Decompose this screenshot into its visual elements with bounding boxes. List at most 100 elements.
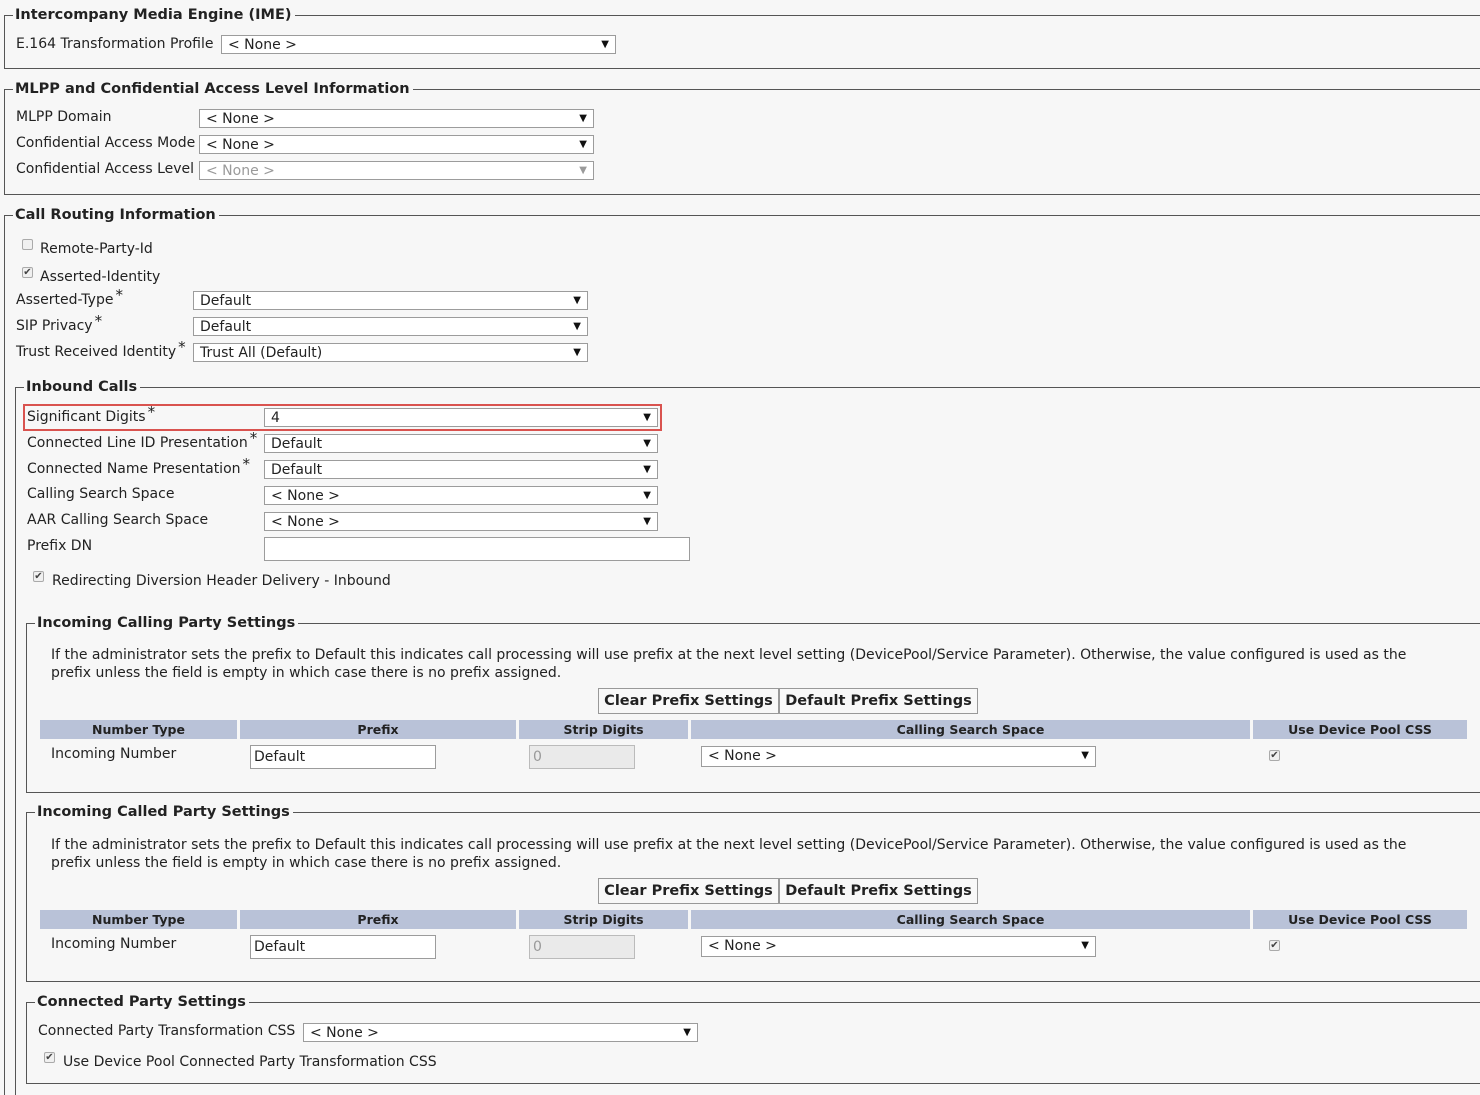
triangle-down-icon: ▼	[643, 412, 651, 423]
called-party-description: If the administrator sets the prefix to …	[51, 837, 1407, 871]
aar-css-value: < None >	[271, 514, 340, 530]
confidential-access-mode-select[interactable]: < None > ▼	[199, 135, 594, 154]
header-number-type: Number Type	[40, 910, 237, 929]
checkmark-icon: ✔	[45, 1052, 54, 1063]
trust-received-identity-select[interactable]: Trust All (Default) ▼	[193, 343, 588, 362]
triangle-down-icon: ▼	[683, 1027, 691, 1038]
connected-name-value: Default	[271, 462, 323, 478]
connected-party-title: Connected Party Settings	[35, 993, 249, 1011]
header-strip-digits: Strip Digits	[519, 720, 688, 739]
calling-strip-digits-input: 0	[529, 745, 635, 769]
mlpp-domain-select[interactable]: < None > ▼	[199, 109, 594, 128]
header-calling-search-space: Calling Search Space	[691, 910, 1250, 929]
triangle-down-icon: ▼	[643, 438, 651, 449]
asserted-type-label: Asserted-Type *	[16, 286, 123, 308]
e164-label: E.164 Transformation Profile	[16, 36, 214, 52]
connected-party-fieldset: Connected Party Settings	[26, 993, 1480, 1084]
triangle-down-icon: ▼	[579, 113, 587, 124]
called-prefix-input[interactable]: Default	[250, 935, 436, 959]
clear-prefix-button[interactable]: Clear Prefix Settings	[598, 688, 779, 714]
significant-digits-select[interactable]: 4 ▼	[264, 408, 658, 427]
calling-party-title: Incoming Calling Party Settings	[35, 614, 299, 632]
triangle-down-icon: ▼	[573, 321, 581, 332]
header-use-device-pool-css: Use Device Pool CSS	[1253, 910, 1467, 929]
aar-css-select[interactable]: < None > ▼	[264, 512, 658, 531]
triangle-down-icon: ▼	[643, 464, 651, 475]
ime-title: Intercompany Media Engine (IME)	[13, 6, 295, 24]
calling-number-type: Incoming Number	[51, 746, 177, 762]
triangle-down-icon: ▼	[1081, 750, 1089, 761]
call-routing-title: Call Routing Information	[13, 206, 219, 224]
header-prefix: Prefix	[240, 910, 516, 929]
use-device-pool-connected-checkbox[interactable]: ✔	[44, 1052, 55, 1063]
checkmark-icon: ✔	[1270, 940, 1279, 951]
e164-value: < None >	[228, 37, 297, 53]
header-number-type: Number Type	[40, 720, 237, 739]
redirecting-diversion-checkbox[interactable]: ✔	[33, 571, 44, 582]
calling-prefix-input[interactable]: Default	[250, 745, 436, 769]
checkmark-icon: ✔	[34, 571, 43, 582]
triangle-down-icon: ▼	[573, 295, 581, 306]
called-party-title: Incoming Called Party Settings	[35, 803, 293, 821]
checkmark-icon: ✔	[23, 267, 32, 278]
triangle-down-icon: ▼	[643, 490, 651, 501]
header-use-device-pool-css: Use Device Pool CSS	[1253, 720, 1467, 739]
triangle-down-icon: ▼	[573, 347, 581, 358]
mlpp-domain-label: MLPP Domain	[16, 109, 112, 125]
triangle-down-icon: ▼	[1081, 940, 1089, 951]
header-calling-search-space: Calling Search Space	[691, 720, 1250, 739]
required-mark: *	[94, 312, 103, 330]
confidential-access-level-value: < None >	[206, 163, 275, 179]
connected-party-css-select[interactable]: < None > ▼	[303, 1023, 698, 1042]
confidential-access-level-select: < None > ▼	[199, 161, 594, 180]
e164-select[interactable]: < None > ▼	[221, 35, 616, 54]
remote-party-id-label: Remote-Party-Id	[40, 241, 153, 257]
connected-line-id-select[interactable]: Default ▼	[264, 434, 658, 453]
default-prefix-button[interactable]: Default Prefix Settings	[779, 688, 978, 714]
confidential-access-level-label: Confidential Access Level	[16, 161, 195, 177]
checkmark-icon: ✔	[1270, 750, 1279, 761]
connected-party-css-label: Connected Party Transformation CSS	[38, 1023, 296, 1039]
aar-css-label: AAR Calling Search Space	[27, 512, 209, 528]
required-mark: *	[249, 429, 258, 447]
asserted-type-select[interactable]: Default ▼	[193, 291, 588, 310]
called-css-value: < None >	[708, 938, 777, 954]
prefix-dn-label: Prefix DN	[27, 538, 93, 554]
called-use-device-pool-checkbox[interactable]: ✔	[1269, 940, 1280, 951]
clear-prefix-button[interactable]: Clear Prefix Settings	[598, 878, 779, 904]
sip-privacy-value: Default	[200, 319, 252, 335]
header-strip-digits: Strip Digits	[519, 910, 688, 929]
significant-digits-label: Significant Digits *	[27, 403, 156, 425]
use-device-pool-connected-label: Use Device Pool Connected Party Transfor…	[63, 1054, 437, 1070]
connected-party-css-value: < None >	[310, 1025, 379, 1041]
asserted-identity-label: Asserted-Identity	[40, 269, 161, 285]
triangle-down-icon: ▼	[579, 165, 587, 176]
mlpp-domain-value: < None >	[206, 111, 275, 127]
required-mark: *	[115, 286, 123, 304]
trust-received-identity-value: Trust All (Default)	[200, 345, 323, 361]
prefix-dn-input[interactable]	[264, 537, 690, 561]
calling-css-value: < None >	[708, 748, 777, 764]
header-prefix: Prefix	[240, 720, 516, 739]
connected-line-id-value: Default	[271, 436, 323, 452]
triangle-down-icon: ▼	[601, 39, 609, 50]
calling-use-device-pool-checkbox[interactable]: ✔	[1269, 750, 1280, 761]
confidential-access-mode-label: Confidential Access Mode	[16, 135, 196, 151]
calling-search-space-select[interactable]: < None > ▼	[264, 486, 658, 505]
calling-party-description: If the administrator sets the prefix to …	[51, 647, 1407, 681]
called-number-type: Incoming Number	[51, 936, 177, 952]
sip-privacy-select[interactable]: Default ▼	[193, 317, 588, 336]
mlpp-title: MLPP and Confidential Access Level Infor…	[13, 80, 413, 98]
connected-name-label: Connected Name Presentation *	[27, 455, 251, 477]
called-strip-digits-input: 0	[529, 935, 635, 959]
redirecting-diversion-label: Redirecting Diversion Header Delivery - …	[52, 573, 391, 589]
confidential-access-mode-value: < None >	[206, 137, 275, 153]
calling-css-select[interactable]: < None > ▼	[701, 746, 1096, 767]
connected-name-select[interactable]: Default ▼	[264, 460, 658, 479]
remote-party-id-checkbox[interactable]	[22, 239, 33, 250]
default-prefix-button[interactable]: Default Prefix Settings	[779, 878, 978, 904]
called-css-select[interactable]: < None > ▼	[701, 936, 1096, 957]
required-mark: *	[147, 403, 156, 421]
asserted-identity-checkbox[interactable]: ✔	[22, 267, 33, 278]
inbound-calls-title: Inbound Calls	[24, 378, 141, 396]
